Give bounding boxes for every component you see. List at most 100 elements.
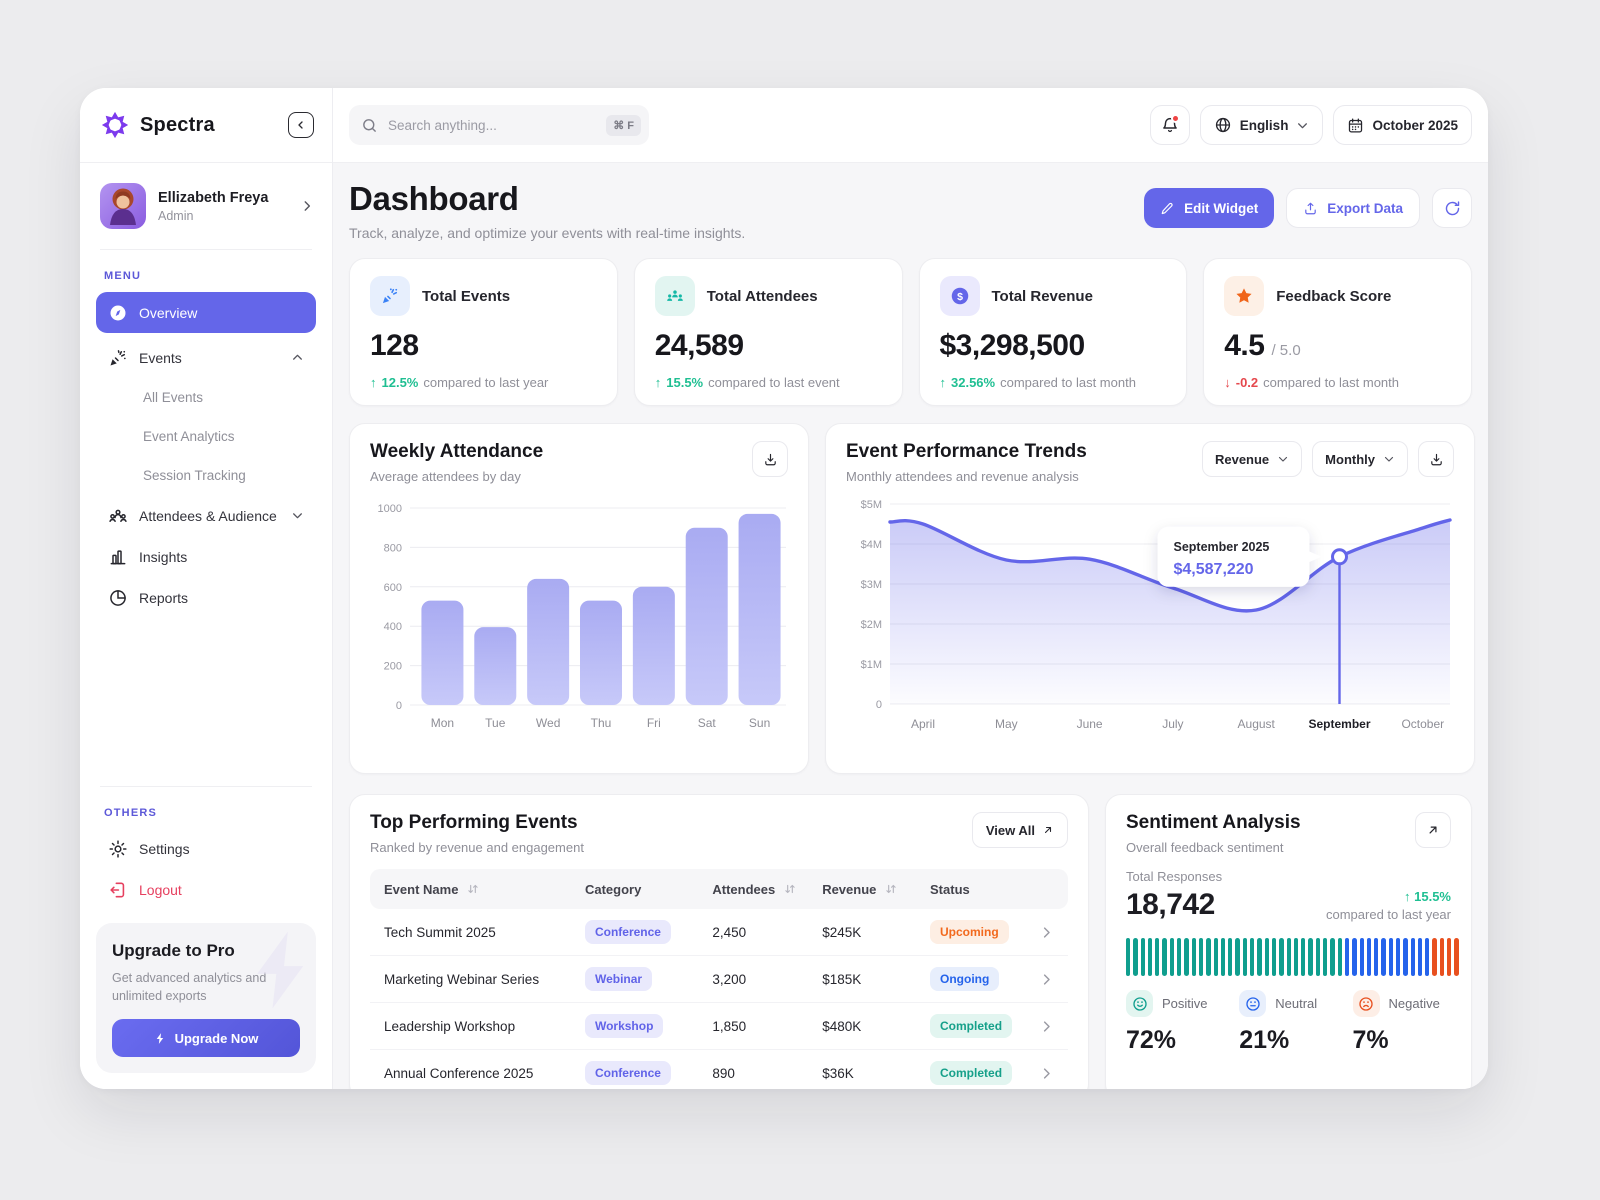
- legend-label: Neutral: [1275, 996, 1317, 1011]
- svg-text:600: 600: [384, 582, 402, 594]
- refresh-button[interactable]: [1432, 188, 1472, 228]
- sidebar-item-label: Overview: [139, 305, 197, 321]
- delta-note: compared to last year: [423, 375, 548, 390]
- sad-face-icon: [1353, 990, 1380, 1017]
- edit-widget-button[interactable]: Edit Widget: [1144, 188, 1274, 228]
- event-name-cell: Annual Conference 2025: [384, 1066, 585, 1081]
- sort-icon[interactable]: [783, 882, 797, 896]
- column-header[interactable]: Category: [585, 882, 641, 897]
- sidebar-item-event-analytics[interactable]: Event Analytics: [96, 417, 316, 456]
- sidebar-item-label: Events: [139, 350, 182, 366]
- sidebar-item-all-events[interactable]: All Events: [96, 378, 316, 417]
- sort-icon[interactable]: [466, 882, 480, 896]
- sentiment-stripe: [1250, 938, 1254, 976]
- svg-text:May: May: [995, 717, 1018, 731]
- stat-value: 4.5: [1224, 329, 1264, 363]
- status-cell: Completed: [930, 1061, 1030, 1085]
- view-all-button[interactable]: View All: [972, 812, 1068, 848]
- sentiment-analysis-card: Sentiment Analysis Overall feedback sent…: [1105, 794, 1472, 1089]
- svg-text:April: April: [911, 717, 935, 731]
- download-button[interactable]: [1418, 441, 1454, 477]
- svg-text:200: 200: [384, 661, 402, 673]
- revenue-cell: $245K: [822, 925, 930, 940]
- date-selector[interactable]: October 2025: [1333, 105, 1472, 145]
- language-selector[interactable]: English: [1200, 105, 1324, 145]
- sidebar-item-overview[interactable]: Overview: [96, 292, 316, 333]
- sentiment-stripe: [1447, 938, 1451, 976]
- legend-label: Negative: [1389, 996, 1440, 1011]
- download-button[interactable]: [752, 441, 788, 477]
- delta-arrow: ↑: [655, 375, 662, 390]
- sentiment-stripe: [1221, 938, 1225, 976]
- table-row[interactable]: Leadership WorkshopWorkshop1,850$480KCom…: [370, 1003, 1068, 1050]
- sentiment-stripe: [1265, 938, 1269, 976]
- sort-icon[interactable]: [884, 882, 898, 896]
- sentiment-stripe: [1411, 938, 1415, 976]
- category-badge: Conference: [585, 920, 671, 944]
- row-chevron-icon[interactable]: [1039, 1066, 1054, 1081]
- sentiment-stripe: [1294, 938, 1298, 976]
- sidebar-subitem-label: Event Analytics: [143, 429, 235, 444]
- sentiment-stripe: [1228, 938, 1232, 976]
- lightning-watermark-icon: [238, 923, 316, 1025]
- table-row[interactable]: Annual Conference 2025Conference890$36KC…: [370, 1050, 1068, 1089]
- svg-text:Tue: Tue: [485, 716, 506, 730]
- column-header[interactable]: Attendees: [712, 882, 775, 897]
- sidebar-item-insights[interactable]: Insights: [96, 536, 316, 577]
- delta-arrow: ↑: [940, 375, 947, 390]
- table-subtitle: Ranked by revenue and engagement: [370, 840, 584, 855]
- svg-text:800: 800: [384, 542, 402, 554]
- table-row[interactable]: Tech Summit 2025Conference2,450$245KUpco…: [370, 909, 1068, 956]
- period-dropdown[interactable]: Monthly: [1312, 441, 1408, 477]
- sentiment-stripe: [1141, 938, 1145, 976]
- column-header[interactable]: Status: [930, 882, 970, 897]
- row-chevron-icon[interactable]: [1039, 972, 1054, 987]
- row-chevron-icon[interactable]: [1039, 925, 1054, 940]
- search-input[interactable]: [388, 118, 596, 133]
- status-badge: Completed: [930, 1014, 1012, 1038]
- main-area: ⌘ F English: [333, 88, 1488, 1089]
- sentiment-stripe: [1243, 938, 1247, 976]
- sentiment-stripe: [1308, 938, 1312, 976]
- sidebar-item-session-tracking[interactable]: Session Tracking: [96, 456, 316, 495]
- sentiment-stripe: [1418, 938, 1422, 976]
- delta-arrow: ↓: [1224, 375, 1231, 390]
- dollar-coin-icon: $: [940, 276, 980, 316]
- delta-note: compared to last event: [708, 375, 840, 390]
- stat-card-total-events: Total Events 128 ↑ 12.5% compared to las…: [349, 258, 618, 406]
- notifications-button[interactable]: [1150, 105, 1190, 145]
- sentiment-stripe: [1148, 938, 1152, 976]
- sidebar-collapse-button[interactable]: [288, 112, 314, 138]
- sidebar-item-events[interactable]: Events: [96, 337, 316, 378]
- column-header[interactable]: Revenue: [822, 882, 876, 897]
- svg-text:$4M: $4M: [861, 539, 882, 551]
- svg-text:September: September: [1308, 717, 1370, 731]
- spectra-flower-icon: [100, 110, 130, 140]
- legend-value: 72%: [1126, 1026, 1239, 1055]
- sentiment-stripe: [1287, 938, 1291, 976]
- legend-neutral: Neutral 21%: [1239, 990, 1352, 1055]
- table-body: Tech Summit 2025Conference2,450$245KUpco…: [370, 909, 1068, 1089]
- upgrade-card: Upgrade to Pro Get advanced analytics an…: [96, 923, 316, 1073]
- open-sentiment-button[interactable]: [1415, 812, 1451, 848]
- chevron-down-icon: [1277, 453, 1289, 465]
- others-section-label: OTHERS: [104, 807, 308, 819]
- column-header[interactable]: Event Name: [384, 882, 458, 897]
- sidebar-item-attendees-audience[interactable]: Attendees & Audience: [96, 495, 316, 536]
- export-data-button[interactable]: Export Data: [1286, 188, 1420, 228]
- row-chevron-icon[interactable]: [1039, 1019, 1054, 1034]
- stat-card-feedback-score: Feedback Score 4.5 / 5.0 ↓ -0.2 compared…: [1203, 258, 1472, 406]
- user-profile[interactable]: Ellizabeth Freya Admin: [80, 163, 332, 249]
- search-bar[interactable]: ⌘ F: [349, 105, 649, 145]
- svg-text:Wed: Wed: [536, 716, 560, 730]
- sidebar-item-settings[interactable]: Settings: [96, 829, 316, 870]
- chevron-left-icon: [295, 119, 307, 131]
- user-role: Admin: [158, 209, 288, 223]
- table-row[interactable]: Marketing Webinar SeriesWebinar3,200$185…: [370, 956, 1068, 1003]
- sidebar-item-logout[interactable]: Logout: [96, 870, 316, 911]
- total-responses-value: 18,742: [1126, 888, 1215, 922]
- metric-dropdown[interactable]: Revenue: [1202, 441, 1302, 477]
- sidebar-item-reports[interactable]: Reports: [96, 577, 316, 618]
- arrow-up-right-icon: [1042, 824, 1054, 836]
- status-badge: Upcoming: [930, 920, 1009, 944]
